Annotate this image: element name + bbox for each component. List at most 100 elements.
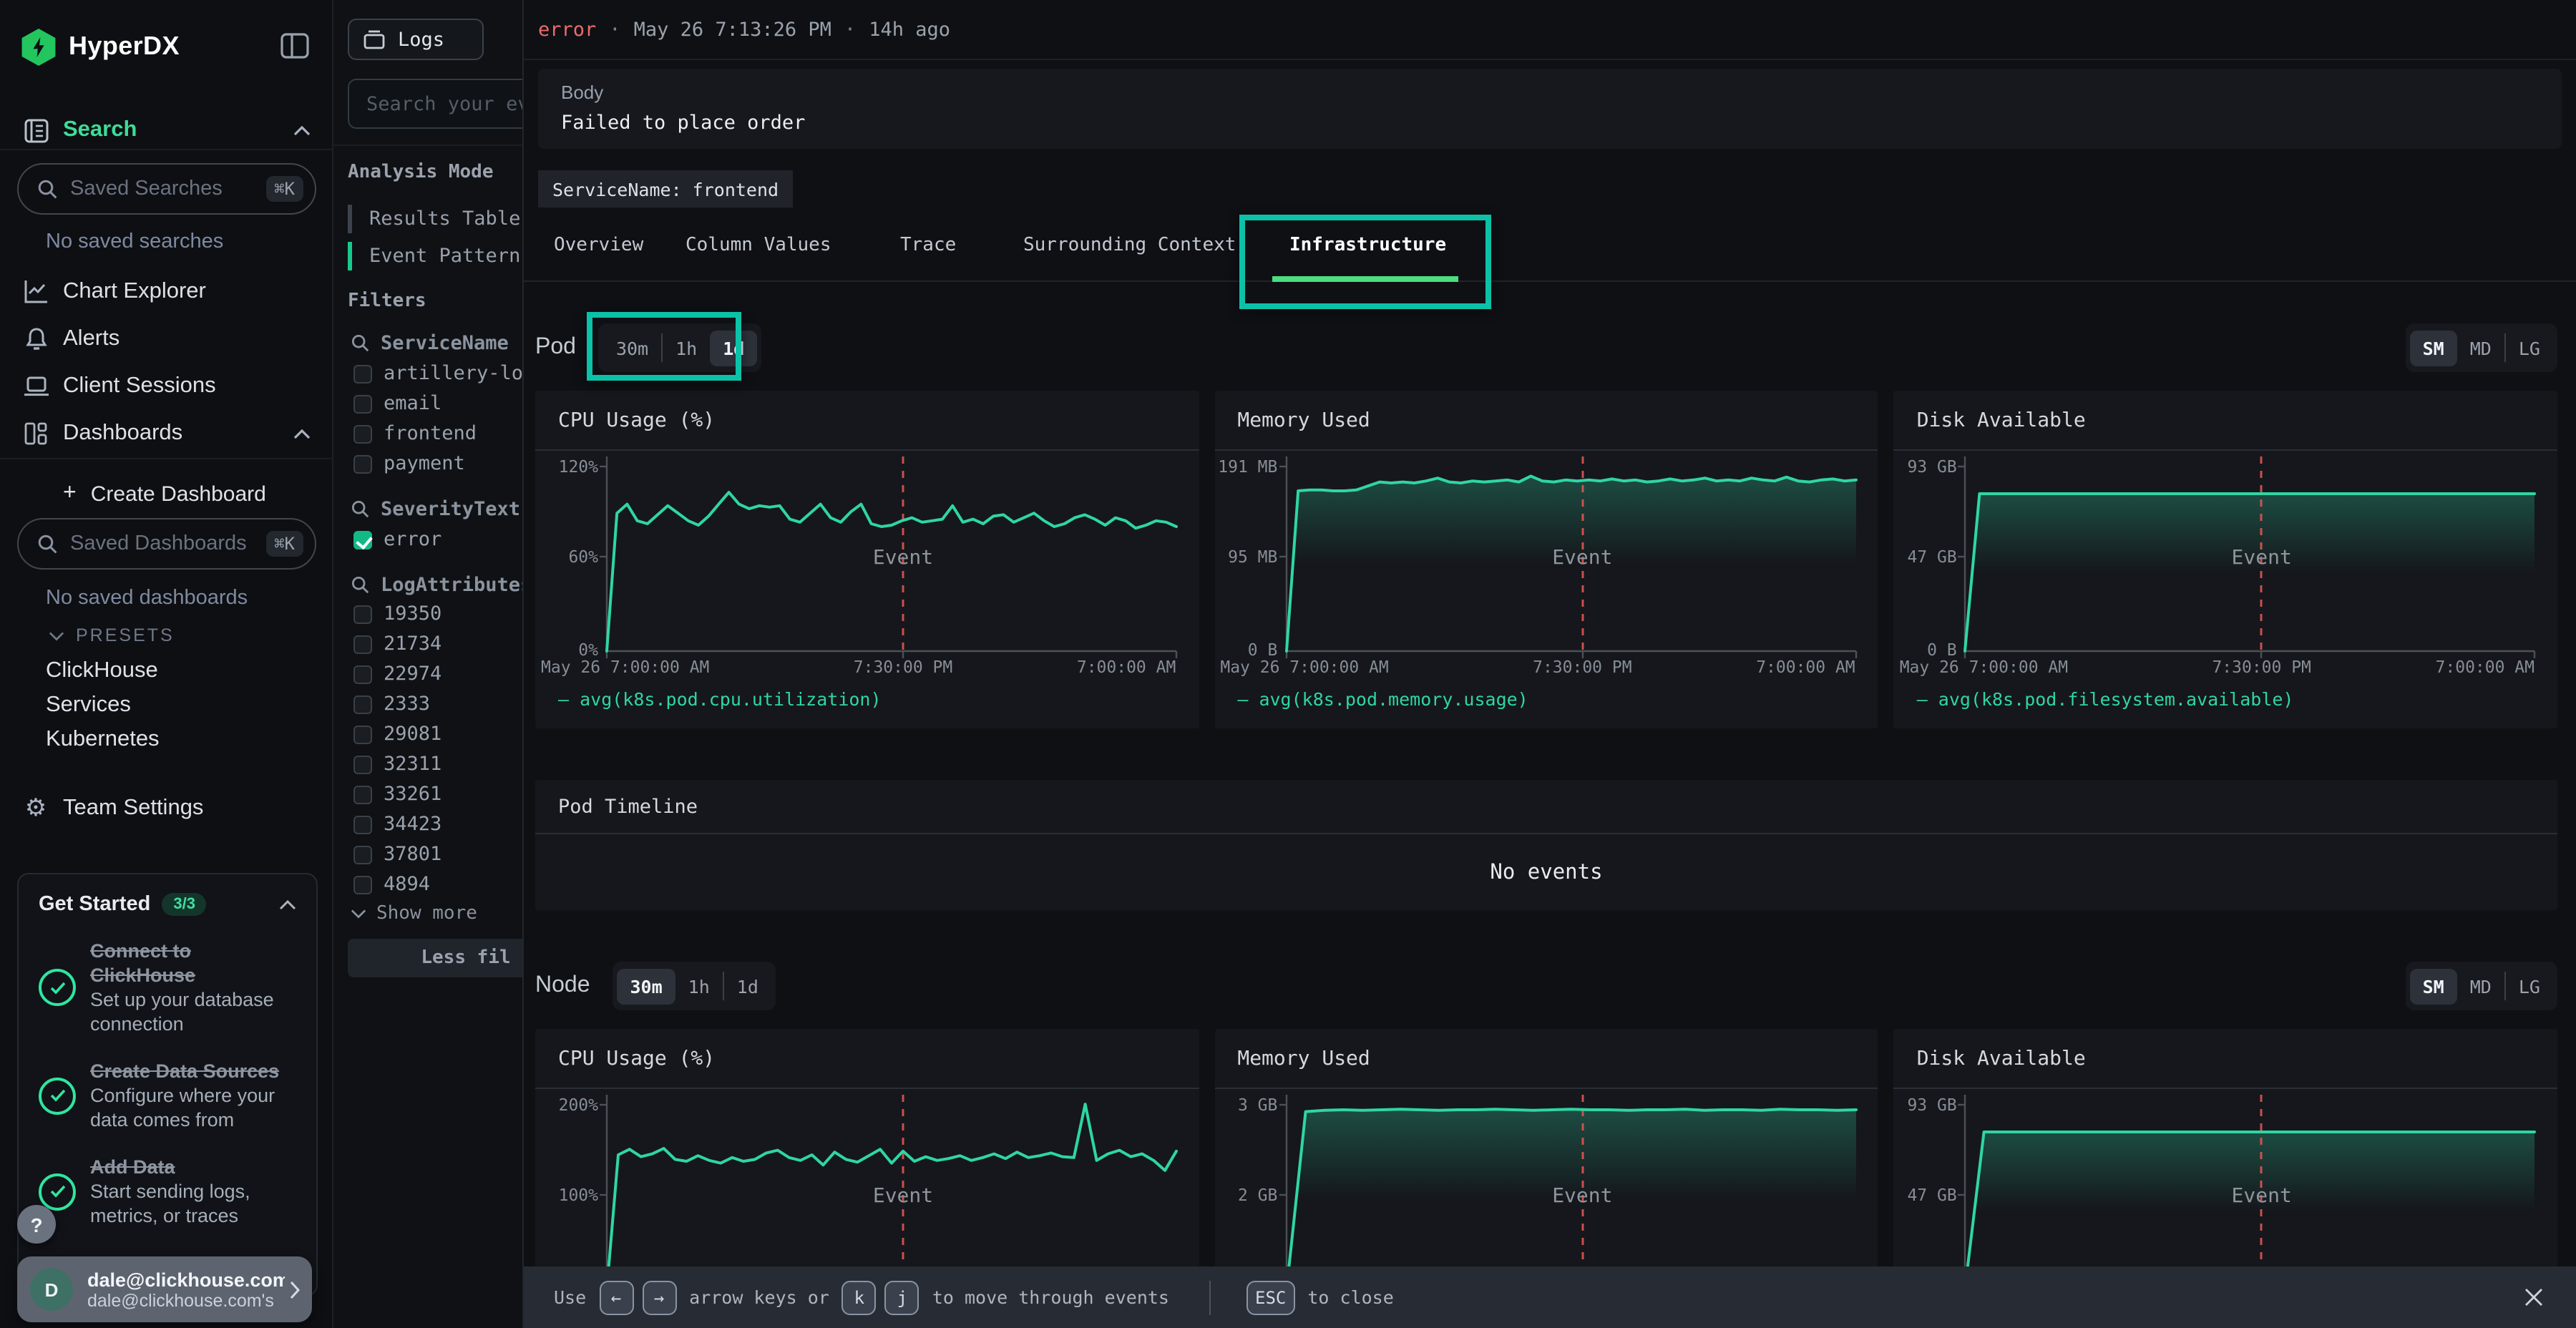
service-name-chip[interactable]: ServiceName: frontend (538, 170, 793, 208)
tab-column-values[interactable]: Column Values (686, 235, 831, 256)
arrow-right-key[interactable]: → (642, 1280, 676, 1314)
filter-option[interactable]: 29081 (353, 723, 441, 746)
close-drawer-icon[interactable] (2519, 1282, 2547, 1311)
checkbox[interactable] (353, 785, 372, 804)
saved-dashboards-input[interactable] (70, 532, 265, 555)
sidebar-item-label: Search (63, 117, 137, 143)
checkbox[interactable] (353, 845, 372, 864)
filter-option[interactable]: email (353, 392, 441, 415)
filter-option[interactable]: frontend (353, 422, 477, 445)
checkbox[interactable] (353, 364, 372, 383)
filter-option[interactable]: 4894 (353, 873, 430, 896)
checkbox[interactable] (353, 424, 372, 443)
range-1d-button[interactable]: 1d (724, 968, 771, 1004)
sidebar: HyperDX Search ⌘K No saved searches (0, 0, 333, 1328)
size-md-button[interactable]: MD (2457, 330, 2504, 366)
chart-plot (1214, 391, 1878, 728)
tab-overview[interactable]: Overview (554, 235, 643, 256)
series-area-fill (1966, 1132, 2535, 1289)
x-tick-label: May 26 7:00:00 AM (1220, 657, 1388, 677)
analysis-mode-event-patterns[interactable]: Event Patterns (348, 240, 532, 272)
no-saved-dashboards-text: No saved dashboards (46, 587, 248, 610)
checkbox[interactable] (353, 665, 372, 683)
filter-option[interactable]: 34423 (353, 813, 441, 836)
size-lg-button[interactable]: LG (2506, 330, 2553, 366)
sidebar-item-client-sessions[interactable]: Client Sessions (0, 365, 333, 408)
checkbox[interactable] (353, 394, 372, 413)
hint-arrow-text: arrow keys or (689, 1286, 829, 1308)
filter-option-label: 22974 (384, 663, 441, 685)
tab-surrounding-context[interactable]: Surrounding Context (1023, 235, 1236, 256)
presets-label: PRESETS (76, 625, 175, 645)
size-sm-button[interactable]: SM (2410, 330, 2457, 366)
create-dashboard-button[interactable]: + Create Dashboard (0, 472, 333, 515)
presets-toggle[interactable]: PRESETS (49, 625, 175, 645)
mode-indicator-bar (348, 205, 352, 233)
filter-option[interactable]: payment (353, 452, 465, 475)
dot-separator: · (609, 18, 620, 41)
get-started-item[interactable]: Add Data Start sending logs, metrics, or… (39, 1155, 296, 1228)
filter-group-servicename[interactable]: ServiceName (351, 332, 509, 355)
chevron-right-icon (289, 1280, 301, 1299)
checkbox[interactable] (353, 695, 372, 713)
size-lg-button[interactable]: LG (2506, 968, 2553, 1004)
preset-item-services[interactable]: Services (46, 693, 131, 718)
get-started-item[interactable]: Create Data Sources Configure where your… (39, 1059, 296, 1132)
user-menu[interactable]: D dale@clickhouse.com dale@clickhouse.co… (17, 1256, 312, 1322)
bell-icon (21, 326, 50, 353)
range-1h-button[interactable]: 1h (675, 968, 723, 1004)
help-button[interactable]: ? (17, 1205, 56, 1244)
checkbox[interactable] (353, 725, 372, 743)
show-more-toggle[interactable]: Show more (351, 903, 477, 924)
chevron-up-icon[interactable] (293, 429, 311, 439)
sidebar-item-alerts[interactable]: Alerts (0, 318, 333, 361)
filter-group-severitytext[interactable]: SeverityText (351, 498, 520, 521)
checkbox[interactable] (353, 605, 372, 623)
size-md-button[interactable]: MD (2457, 968, 2504, 1004)
j-key[interactable]: j (885, 1280, 919, 1314)
filter-option[interactable]: artillery-loa (353, 362, 535, 385)
checkbox[interactable] (353, 530, 372, 549)
checkbox[interactable] (353, 755, 372, 773)
esc-key[interactable]: ESC (1246, 1280, 1294, 1314)
sidebar-item-chart-explorer[interactable]: Chart Explorer (0, 270, 333, 313)
collapse-sidebar-icon[interactable] (279, 30, 311, 62)
filter-option[interactable]: 2333 (353, 693, 430, 716)
saved-searches-search[interactable]: ⌘K (17, 163, 316, 215)
arrow-left-key[interactable]: ← (599, 1280, 633, 1314)
get-started-item[interactable]: Connect to ClickHouse Set up your databa… (39, 939, 296, 1036)
filter-option[interactable]: 22974 (353, 663, 441, 685)
filter-option[interactable]: error (353, 528, 441, 551)
saved-dashboards-search[interactable]: ⌘K (17, 518, 316, 570)
checkbox[interactable] (353, 635, 372, 653)
analysis-mode-results-table[interactable]: Results Table (348, 203, 520, 235)
sidebar-item-team-settings[interactable]: ⚙ Team Settings (0, 787, 333, 830)
chevron-up-icon[interactable] (293, 125, 311, 135)
tab-trace[interactable]: Trace (900, 235, 956, 256)
k-key[interactable]: k (842, 1280, 877, 1314)
filter-option[interactable]: 21734 (353, 633, 441, 655)
checkbox[interactable] (353, 454, 372, 473)
filter-group-logattributes[interactable]: LogAttributes (351, 574, 532, 597)
sidebar-item-search[interactable]: Search (0, 109, 333, 152)
filter-option[interactable]: 33261 (353, 783, 441, 806)
range-30m-button[interactable]: 30m (618, 968, 675, 1004)
sidebar-item-label: Team Settings (63, 796, 203, 821)
sidebar-item-dashboards[interactable]: Dashboards (0, 412, 333, 455)
divider (333, 145, 522, 146)
checkbox[interactable] (353, 815, 372, 834)
filter-option[interactable]: 32311 (353, 753, 441, 776)
annotation-box-pod-range-toggle (587, 312, 741, 381)
size-sm-button[interactable]: SM (2410, 968, 2457, 1004)
preset-item-clickhouse[interactable]: ClickHouse (46, 658, 158, 684)
preset-item-kubernetes[interactable]: Kubernetes (46, 727, 160, 753)
chevron-up-icon[interactable] (279, 899, 296, 909)
filter-option[interactable]: 37801 (353, 843, 441, 866)
event-marker-label: Event (2232, 547, 2292, 570)
source-selector-button[interactable]: Logs (348, 19, 484, 60)
filter-option[interactable]: 19350 (353, 602, 441, 625)
saved-searches-input[interactable] (70, 177, 265, 200)
pod-timeline-title: Pod Timeline (535, 780, 2557, 834)
pod-charts-row: CPU Usage (%)120%60%0%May 26 7:00:00 AM7… (535, 391, 2557, 728)
checkbox[interactable] (353, 875, 372, 894)
